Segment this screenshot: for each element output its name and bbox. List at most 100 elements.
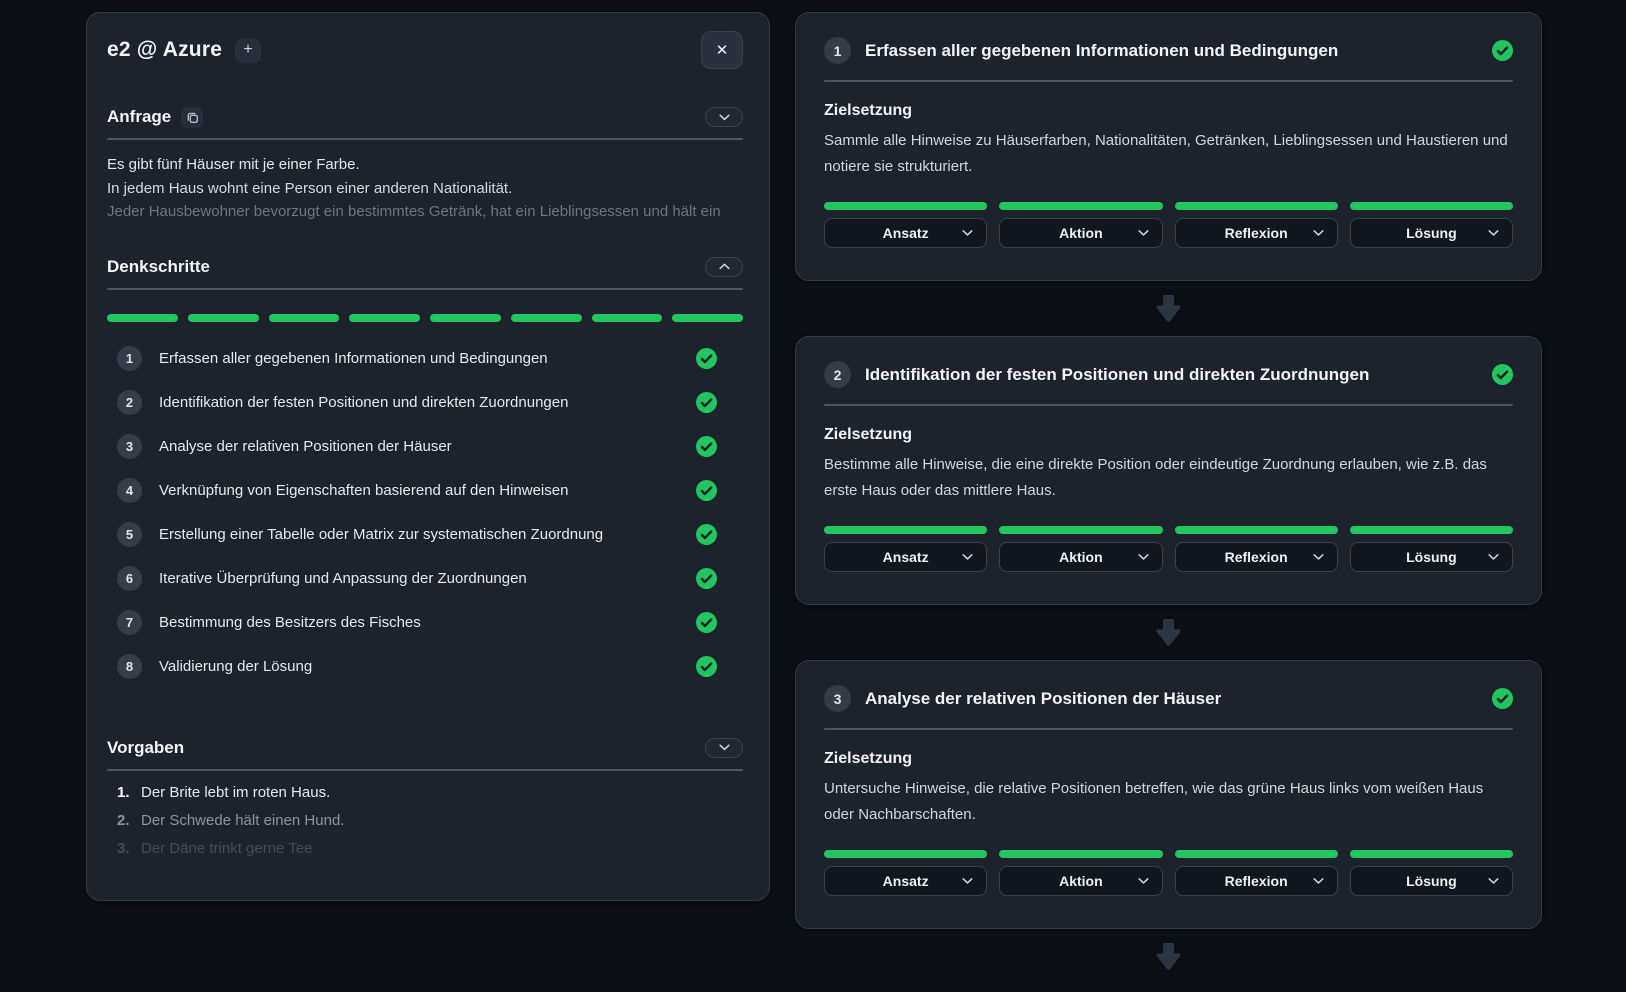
divider — [107, 288, 743, 290]
check-circle-icon — [1492, 364, 1513, 385]
copy-button[interactable] — [181, 107, 203, 128]
progress-segment — [824, 202, 987, 210]
dropdown-label: Reflexion — [1225, 549, 1288, 565]
loesung-dropdown[interactable]: Lösung — [1350, 218, 1513, 248]
goal-text: Sammle alle Hinweise zu Häuserfarben, Na… — [824, 128, 1513, 180]
loesung-dropdown[interactable]: Lösung — [1350, 542, 1513, 572]
vorgaben-heading: Vorgaben — [107, 738, 184, 758]
window-header: e2 @ Azure + ✕ — [107, 35, 743, 65]
vorgaben-item-number: 3. — [117, 838, 132, 860]
aktion-dropdown[interactable]: Aktion — [999, 866, 1162, 896]
arrow-down-icon — [1156, 295, 1181, 322]
reflexion-dropdown[interactable]: Reflexion — [1175, 218, 1338, 248]
anfrage-preview: Es gibt fünf Häuser mit je einer Farbe. … — [107, 153, 743, 224]
step-list-item[interactable]: 8 Validierung der Lösung — [117, 654, 717, 680]
arrow-down-icon — [1156, 943, 1181, 970]
chevron-down-icon — [962, 554, 973, 561]
anfrage-heading: Anfrage — [107, 107, 171, 127]
progress-segment — [824, 850, 987, 858]
session-panel: e2 @ Azure + ✕ Anfrage Es gibt fünf Häus… — [86, 12, 770, 901]
aktion-dropdown[interactable]: Aktion — [999, 542, 1162, 572]
dropdown-label: Lösung — [1406, 225, 1457, 241]
step-label: Analyse der relativen Positionen der Häu… — [159, 438, 452, 455]
flow-connector — [795, 281, 1542, 336]
ansatz-dropdown[interactable]: Ansatz — [824, 542, 987, 572]
new-tab-button[interactable]: + — [235, 38, 261, 63]
aktion-dropdown[interactable]: Aktion — [999, 218, 1162, 248]
denkschritte-collapse-toggle[interactable] — [705, 257, 743, 277]
step-card-3: 3 Analyse der relativen Positionen der H… — [795, 660, 1542, 929]
arrow-down-icon — [1156, 619, 1181, 646]
check-circle-icon — [696, 656, 717, 677]
check-circle-icon — [696, 480, 717, 501]
copy-icon — [186, 111, 199, 124]
progress-segment — [107, 314, 178, 322]
loesung-dropdown[interactable]: Lösung — [1350, 866, 1513, 896]
step-label: Erstellung einer Tabelle oder Matrix zur… — [159, 526, 603, 543]
dropdown-label: Ansatz — [883, 873, 929, 889]
progress-segment — [1350, 526, 1513, 534]
chevron-down-icon — [1313, 230, 1324, 237]
steps-progress-bar — [107, 314, 743, 322]
step-card-2: 2 Identifikation der festen Positionen u… — [795, 336, 1542, 605]
anfrage-line: Es gibt fünf Häuser mit je einer Farbe. — [107, 153, 743, 177]
close-button[interactable]: ✕ — [701, 31, 743, 69]
step-cards-flow: 1 Erfassen aller gegebenen Informationen… — [795, 12, 1542, 984]
step-label: Identifikation der festen Positionen und… — [159, 394, 568, 411]
step-list-item[interactable]: 1 Erfassen aller gegebenen Informationen… — [117, 346, 717, 372]
step-label: Verknüpfung von Eigenschaften basierend … — [159, 482, 568, 499]
step-list-item[interactable]: 4 Verknüpfung von Eigenschaften basieren… — [117, 478, 717, 504]
progress-segment — [188, 314, 259, 322]
chevron-down-icon — [1138, 554, 1149, 561]
ansatz-dropdown[interactable]: Ansatz — [824, 218, 987, 248]
progress-segment — [1175, 526, 1338, 534]
step-label: Bestimmung des Besitzers des Fisches — [159, 614, 421, 631]
progress-segment — [1350, 202, 1513, 210]
progress-segment — [824, 526, 987, 534]
progress-segment — [511, 314, 582, 322]
dropdown-label: Ansatz — [883, 225, 929, 241]
step-label: Validierung der Lösung — [159, 658, 312, 675]
chevron-down-icon — [1313, 878, 1324, 885]
progress-segment — [1350, 850, 1513, 858]
step-number-badge: 2 — [117, 390, 142, 415]
ansatz-dropdown[interactable]: Ansatz — [824, 866, 987, 896]
vorgaben-item-number: 1. — [117, 782, 132, 804]
goal-heading: Zielsetzung — [824, 102, 1513, 120]
step-number-badge: 4 — [117, 478, 142, 503]
vorgaben-item-faded: 3. Der Däne trinkt gerne Tee — [117, 838, 743, 860]
flow-connector — [795, 929, 1542, 984]
progress-segment — [430, 314, 501, 322]
chevron-down-icon — [962, 230, 973, 237]
progress-segment — [999, 202, 1162, 210]
anfrage-collapse-toggle[interactable] — [705, 107, 743, 127]
chevron-down-icon — [1313, 554, 1324, 561]
goal-text: Untersuche Hinweise, die relative Positi… — [824, 776, 1513, 828]
vorgaben-section: Vorgaben 1. Der Brite lebt im roten Haus… — [107, 736, 743, 860]
step-list-item[interactable]: 5 Erstellung einer Tabelle oder Matrix z… — [117, 522, 717, 548]
step-list-item[interactable]: 6 Iterative Überprüfung und Anpassung de… — [117, 566, 717, 592]
progress-segment — [1175, 850, 1338, 858]
step-number-badge: 2 — [824, 361, 851, 388]
anfrage-line: In jedem Haus wohnt eine Person einer an… — [107, 177, 743, 201]
anfrage-line-faded: Jeder Hausbewohner bevorzugt ein bestimm… — [107, 200, 743, 224]
vorgaben-collapse-toggle[interactable] — [705, 738, 743, 758]
step-number-badge: 7 — [117, 610, 142, 635]
step-number-badge: 3 — [824, 685, 851, 712]
dropdown-label: Lösung — [1406, 873, 1457, 889]
reflexion-dropdown[interactable]: Reflexion — [1175, 542, 1338, 572]
step-number-badge: 6 — [117, 566, 142, 591]
reflexion-dropdown[interactable]: Reflexion — [1175, 866, 1338, 896]
window-title: e2 @ Azure — [107, 38, 222, 62]
vorgaben-item-number: 2. — [117, 810, 132, 832]
progress-segment — [999, 526, 1162, 534]
denkschritte-heading: Denkschritte — [107, 257, 210, 277]
goal-text: Bestimme alle Hinweise, die eine direkte… — [824, 452, 1513, 504]
check-circle-icon — [696, 392, 717, 413]
step-list-item[interactable]: 2 Identifikation der festen Positionen u… — [117, 390, 717, 416]
vorgaben-item-text: Der Däne trinkt gerne Tee — [141, 838, 312, 860]
progress-segment — [672, 314, 743, 322]
step-list-item[interactable]: 3 Analyse der relativen Positionen der H… — [117, 434, 717, 460]
step-list-item[interactable]: 7 Bestimmung des Besitzers des Fisches — [117, 610, 717, 636]
goal-heading: Zielsetzung — [824, 426, 1513, 444]
